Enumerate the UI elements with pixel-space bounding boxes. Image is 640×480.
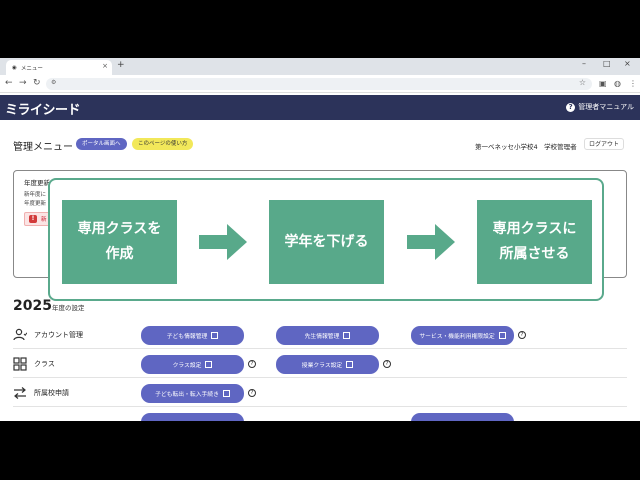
- external-link-icon: [346, 361, 354, 368]
- tab-title: メニュー: [20, 65, 43, 72]
- external-link-icon: [211, 332, 219, 339]
- extensions-icon[interactable]: ▣: [599, 79, 607, 88]
- service-permission-button[interactable]: サービス・機能利用権限設定: [411, 326, 514, 345]
- portal-button[interactable]: ポータル画面へ: [76, 138, 127, 150]
- external-link-icon: [205, 361, 213, 368]
- profile-icon[interactable]: ◍: [614, 79, 621, 88]
- child-info-button[interactable]: 子ども情報管理: [141, 326, 244, 345]
- row-label-text: 所属校申請: [34, 388, 69, 397]
- new-tab-button[interactable]: +: [117, 60, 125, 70]
- button-label: サービス・機能利用権限設定: [419, 334, 495, 340]
- row-label-account: アカウント管理: [13, 320, 83, 349]
- minimize-icon[interactable]: –: [582, 59, 586, 68]
- year-suffix: 年度の設定: [51, 304, 85, 312]
- flow-step3-line1: 専用クラスに: [492, 221, 577, 237]
- flow-step2-line1: 学年を下げる: [284, 233, 369, 250]
- flow-step1-line2: 作成: [105, 246, 134, 262]
- help-icon[interactable]: ?: [518, 331, 526, 339]
- globe-icon: ◉: [12, 64, 17, 71]
- url-input[interactable]: ⚙ ☆: [46, 78, 592, 90]
- page-title: 管理メニュー: [13, 142, 73, 153]
- back-icon[interactable]: ←: [5, 78, 13, 88]
- button-label: クラス設定: [172, 363, 202, 369]
- settings-row-next: [13, 407, 627, 421]
- flow-step1-line1: 専用クラスを: [77, 221, 162, 237]
- teacher-info-button[interactable]: 先生情報管理: [276, 326, 379, 345]
- browser-tab-bar: ◉ メニュー × + – □ ×: [0, 58, 640, 75]
- flow-step3-line2: 所属させる: [499, 246, 570, 262]
- close-window-icon[interactable]: ×: [624, 59, 631, 68]
- forward-icon[interactable]: →: [19, 78, 27, 88]
- logout-button[interactable]: ログアウト: [584, 138, 625, 150]
- class-settings-button[interactable]: クラス設定: [141, 355, 244, 374]
- external-link-icon: [343, 332, 351, 339]
- warning-icon: !: [29, 215, 37, 223]
- browser-window: ◉ メニュー × + – □ × ← → ↻ ⚙ ☆ ▣ ◍ ⋮ ミライシード …: [0, 58, 640, 421]
- right-arrow-icon: [199, 224, 247, 260]
- year-number: 2025: [13, 298, 52, 314]
- settings-row-transfer: 所属校申請 子ども転出・転入手続き ?: [13, 378, 627, 407]
- flow-step-assign-class: 専用クラスに 所属させる: [477, 200, 592, 284]
- external-link-icon: [222, 390, 230, 397]
- year-update-line2: 年度更新: [24, 201, 47, 207]
- help-icon[interactable]: ?: [248, 389, 256, 397]
- button-label: 子ども情報管理: [166, 334, 208, 340]
- site-info-icon[interactable]: ⚙: [51, 79, 56, 86]
- flow-step-lower-grade: 学年を下げる: [269, 200, 384, 284]
- settings-row-class: クラス クラス設定 ? 授業クラス設定 ?: [13, 349, 627, 378]
- settings-row-account: アカウント管理 子ども情報管理 先生情報管理 サービス・機能利用権限設定 ?: [13, 320, 627, 349]
- bookmark-star-icon[interactable]: ☆: [579, 78, 586, 87]
- row-button[interactable]: [411, 413, 514, 421]
- transfer-icon: [14, 386, 26, 399]
- flow-step-create-class: 専用クラスを 作成: [62, 200, 177, 284]
- reload-icon[interactable]: ↻: [33, 78, 41, 88]
- help-icon[interactable]: ?: [383, 360, 391, 368]
- app-header: ミライシード ? 管理者マニュアル: [0, 95, 640, 120]
- year-update-title: 年度更新: [24, 179, 50, 187]
- school-name: 第一ベネッセ小学校4 学校管理者: [475, 143, 577, 151]
- year-settings-heading: 2025年度の設定: [13, 295, 84, 314]
- row-button[interactable]: [141, 413, 244, 421]
- close-tab-icon[interactable]: ×: [102, 62, 108, 70]
- row-label-text: アカウント管理: [34, 330, 83, 339]
- grid-icon: [13, 356, 27, 371]
- howto-button[interactable]: このページの使い方: [132, 138, 194, 150]
- button-label: 先生情報管理: [304, 334, 340, 340]
- account-icon: [13, 328, 27, 340]
- button-label: 子ども転出・転入手続き: [155, 392, 219, 398]
- lesson-class-settings-button[interactable]: 授業クラス設定: [276, 355, 379, 374]
- button-label: 授業クラス設定: [301, 363, 343, 369]
- help-icon: ?: [566, 102, 576, 112]
- year-update-line1: 新年度に: [24, 192, 47, 198]
- row-label-class: クラス: [13, 349, 55, 378]
- row-label-transfer: 所属校申請: [13, 378, 69, 407]
- warning-text: 新: [41, 217, 47, 223]
- right-arrow-icon: [407, 224, 455, 260]
- row-label-text: クラス: [34, 359, 55, 368]
- app-logo[interactable]: ミライシード: [5, 99, 81, 118]
- flow-overlay: 専用クラスを 作成 学年を下げる 専用クラスに 所属させる: [48, 178, 604, 301]
- maximize-icon[interactable]: □: [603, 59, 611, 68]
- manual-link[interactable]: ? 管理者マニュアル: [566, 102, 634, 112]
- external-link-icon: [498, 332, 506, 339]
- child-transfer-button[interactable]: 子ども転出・転入手続き: [141, 384, 244, 403]
- browser-menu-icon[interactable]: ⋮: [629, 79, 637, 88]
- address-bar-row: ← → ↻ ⚙ ☆ ▣ ◍ ⋮: [0, 75, 640, 93]
- help-icon[interactable]: ?: [248, 360, 256, 368]
- browser-tab[interactable]: ◉ メニュー ×: [6, 60, 112, 75]
- manual-label: 管理者マニュアル: [578, 103, 634, 111]
